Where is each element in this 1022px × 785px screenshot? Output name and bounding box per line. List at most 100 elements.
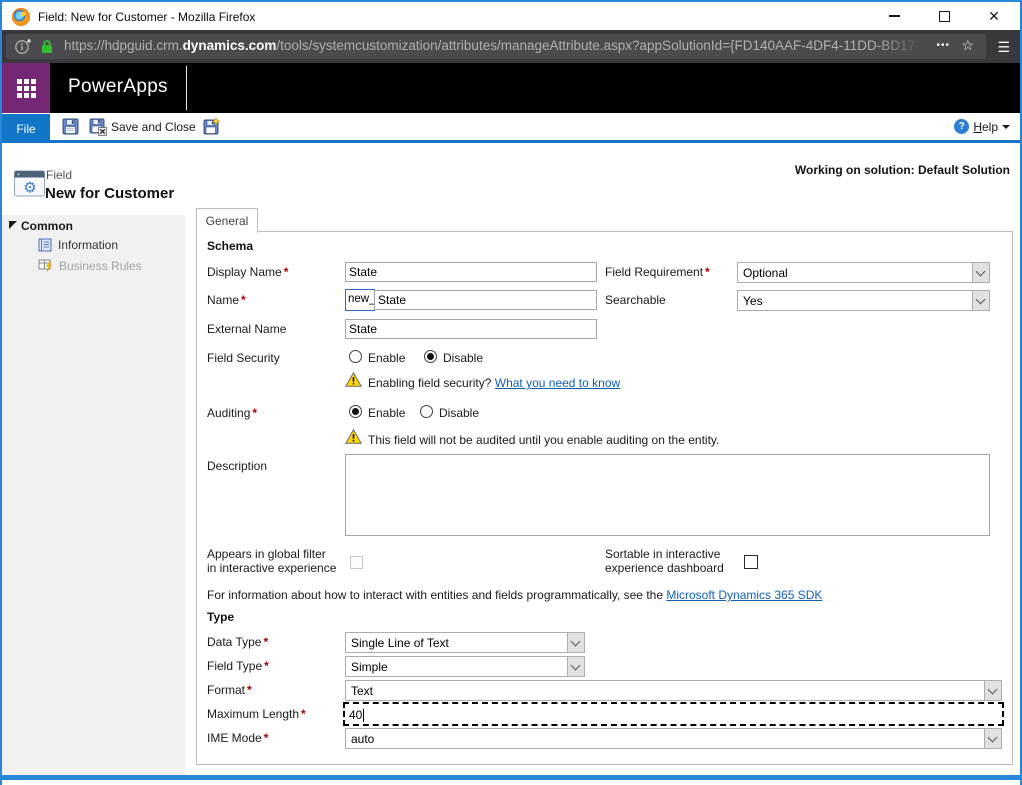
dynamics-sdk-link[interactable]: Microsoft Dynamics 365 SDK — [666, 588, 822, 602]
auditing-label: Auditing* — [207, 406, 257, 420]
field-security-enable-radio[interactable] — [349, 350, 362, 363]
warning-icon — [345, 372, 362, 387]
required-asterisk: * — [284, 265, 289, 279]
expander-icon[interactable] — [9, 221, 17, 229]
save-button[interactable] — [62, 118, 79, 135]
display-name-input[interactable] — [345, 262, 597, 282]
working-on-solution: Working on solution: Default Solution — [795, 163, 1010, 177]
name-label: Name* — [207, 293, 246, 307]
chevron-down-icon[interactable] — [972, 263, 989, 282]
field-requirement-select[interactable]: Optional — [737, 262, 990, 283]
auditing-enable-label: Enable — [368, 406, 405, 420]
url-domain: dynamics.com — [183, 38, 277, 53]
waffle-icon — [17, 79, 36, 98]
display-name-label: Display Name* — [207, 265, 288, 279]
save-and-close-button[interactable]: Save and Close — [89, 118, 196, 136]
window-border-bottom — [0, 775, 1022, 780]
minimize-button[interactable] — [870, 2, 918, 30]
sidebar-item-label: Business Rules — [59, 259, 142, 273]
sortable-label: Sortable in interactiveexperience dashbo… — [605, 547, 724, 575]
help-icon: ? — [954, 119, 969, 134]
help-dropdown-icon — [1002, 125, 1010, 129]
field-security-warning: Enabling field security? What you need t… — [368, 376, 620, 390]
ime-mode-select[interactable]: auto — [345, 728, 1002, 749]
minimize-icon — [889, 15, 900, 17]
name-input[interactable] — [374, 290, 597, 310]
chevron-down-icon[interactable] — [972, 291, 989, 310]
required-asterisk: * — [247, 683, 252, 697]
close-icon: ✕ — [988, 9, 1000, 23]
sidebar-item-information[interactable]: Information — [38, 238, 118, 252]
close-button[interactable]: ✕ — [970, 2, 1018, 30]
navigation-bar: https://hdpguid.crm.dynamics.com/tools/s… — [2, 30, 1020, 63]
help-button[interactable]: ? Help — [954, 119, 1010, 134]
page-info-icon[interactable] — [14, 38, 34, 55]
required-asterisk: * — [263, 635, 268, 649]
required-asterisk: * — [252, 406, 257, 420]
sidebar-group-common[interactable]: Common — [21, 219, 73, 233]
record-type-label: Field — [46, 168, 72, 182]
chevron-down-icon[interactable] — [567, 633, 584, 652]
field-security-enable-label: Enable — [368, 351, 405, 365]
waffle-button[interactable] — [2, 63, 50, 113]
maximize-icon — [939, 11, 950, 22]
bookmark-star-icon[interactable]: ☆ — [961, 37, 974, 54]
global-filter-checkbox[interactable] — [350, 556, 363, 569]
https-lock-icon[interactable] — [40, 39, 54, 55]
page-actions-icon[interactable]: ••• — [936, 40, 950, 51]
field-type-select[interactable]: Simple — [345, 656, 585, 677]
sdk-note: For information about how to interact wi… — [207, 588, 822, 602]
save-icon — [62, 118, 79, 135]
maximize-button[interactable] — [920, 2, 968, 30]
title-bar: Field: New for Customer - Mozilla Firefo… — [2, 2, 1020, 30]
save-and-close-label: Save and Close — [111, 120, 196, 134]
searchable-select[interactable]: Yes — [737, 290, 990, 311]
description-label: Description — [207, 459, 267, 473]
chevron-down-icon[interactable] — [984, 729, 1001, 748]
business-rules-icon — [38, 258, 54, 273]
file-tab[interactable]: File — [2, 114, 50, 143]
sidebar: Common Information Business Rules — [2, 215, 185, 775]
save-and-new-button[interactable] — [203, 117, 221, 135]
powerapps-header: PowerApps — [2, 63, 1020, 113]
auditing-enable-radio[interactable] — [349, 405, 362, 418]
save-and-new-icon — [203, 117, 221, 135]
ime-mode-label: IME Mode* — [207, 731, 268, 745]
auditing-disable-radio[interactable] — [420, 405, 433, 418]
sidebar-item-business-rules[interactable]: Business Rules — [38, 258, 142, 273]
maximum-length-input[interactable]: 40 — [343, 702, 1004, 726]
data-type-select[interactable]: Single Line of Text — [345, 632, 585, 653]
chevron-down-icon[interactable] — [984, 681, 1001, 700]
required-asterisk: * — [705, 265, 710, 279]
warning-icon — [345, 429, 362, 444]
external-name-label: External Name — [207, 322, 286, 336]
field-security-disable-radio[interactable] — [424, 350, 437, 363]
format-select[interactable]: Text — [345, 680, 1002, 701]
auditing-warning: This field will not be audited until you… — [368, 433, 719, 447]
page-title: New for Customer — [45, 185, 174, 202]
information-icon — [38, 238, 53, 252]
browser-window: Field: New for Customer - Mozilla Firefo… — [0, 0, 1022, 785]
type-heading: Type — [207, 610, 234, 624]
sidebar-item-label: Information — [58, 238, 118, 252]
external-name-input[interactable] — [345, 319, 597, 339]
global-filter-label: Appears in global filterin interactive e… — [207, 547, 336, 575]
description-textarea[interactable] — [345, 454, 990, 536]
field-security-label: Field Security — [207, 351, 280, 365]
field-security-disable-label: Disable — [443, 351, 483, 365]
save-and-close-icon — [89, 118, 107, 136]
what-you-need-to-know-link[interactable]: What you need to know — [495, 376, 620, 390]
window-title: Field: New for Customer - Mozilla Firefo… — [38, 10, 255, 24]
field-type-label: Field Type* — [207, 659, 269, 673]
menu-hamburger-icon[interactable]: ☰ — [997, 39, 1010, 56]
url-text: https://hdpguid.crm.dynamics.com/tools/s… — [64, 38, 934, 53]
schema-heading: Schema — [207, 239, 253, 253]
chevron-down-icon[interactable] — [567, 657, 584, 676]
tab-general[interactable]: General — [196, 208, 258, 233]
url-field[interactable]: https://hdpguid.crm.dynamics.com/tools/s… — [6, 34, 986, 59]
searchable-label: Searchable — [605, 293, 666, 307]
format-label: Format* — [207, 683, 252, 697]
header-separator — [186, 66, 187, 110]
field-requirement-label: Field Requirement* — [605, 265, 710, 279]
sortable-checkbox[interactable] — [744, 555, 758, 569]
